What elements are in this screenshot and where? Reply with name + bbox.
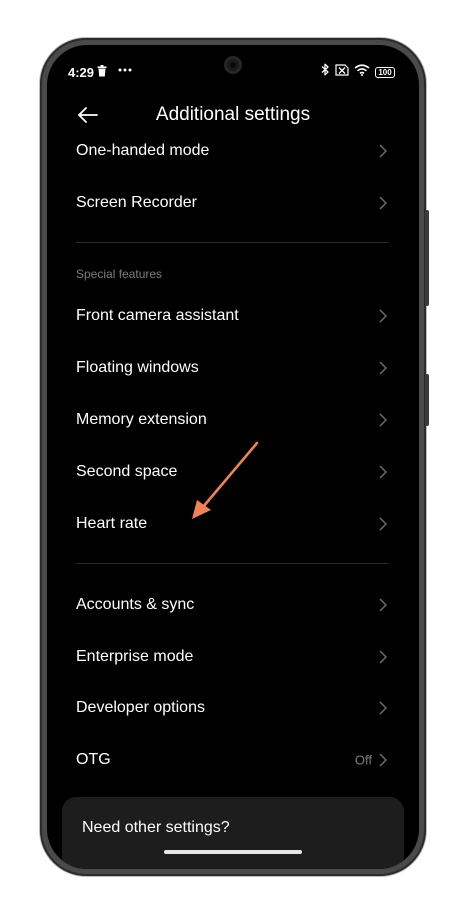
setting-label: Front camera assistant bbox=[76, 307, 239, 324]
setting-row-memory-extension[interactable]: Memory extension bbox=[47, 397, 419, 443]
setting-row-one-handed-mode[interactable]: One-handed mode bbox=[47, 128, 419, 174]
chevron-right-icon bbox=[379, 650, 388, 664]
setting-label: Accounts & sync bbox=[76, 596, 195, 613]
chevron-right-icon bbox=[379, 144, 388, 158]
chevron-right-icon bbox=[379, 465, 388, 479]
section-divider bbox=[76, 242, 389, 243]
wifi-icon bbox=[354, 63, 370, 81]
setting-row-otg[interactable]: OTG Off bbox=[47, 737, 419, 783]
chevron-right-icon bbox=[379, 413, 388, 427]
setting-row-floating-windows[interactable]: Floating windows bbox=[47, 345, 419, 391]
section-divider bbox=[76, 563, 389, 564]
section-header-special-features: Special features bbox=[76, 267, 163, 281]
chevron-right-icon bbox=[379, 701, 388, 715]
chevron-right-icon bbox=[379, 598, 388, 612]
chevron-right-icon bbox=[379, 196, 388, 210]
chevron-right-icon bbox=[379, 517, 388, 531]
setting-row-enterprise-mode[interactable]: Enterprise mode bbox=[47, 634, 419, 680]
chevron-right-icon bbox=[379, 309, 388, 323]
sim-off-icon bbox=[335, 63, 349, 81]
setting-label: Memory extension bbox=[76, 411, 207, 428]
setting-label: Floating windows bbox=[76, 359, 199, 376]
setting-row-front-camera-assistant[interactable]: Front camera assistant bbox=[47, 293, 419, 339]
setting-row-second-space[interactable]: Second space bbox=[47, 449, 419, 495]
setting-label: OTG bbox=[76, 751, 111, 768]
status-bar: 4:29 100 bbox=[47, 45, 419, 95]
chevron-right-icon bbox=[379, 361, 388, 375]
screenshot-stage: 4:29 100 Additional settings One-handed … bbox=[0, 0, 465, 910]
home-indicator[interactable] bbox=[164, 850, 302, 854]
battery-indicator: 100 bbox=[375, 66, 395, 78]
status-time: 4:29 bbox=[68, 65, 95, 80]
other-settings-card[interactable]: Need other settings? bbox=[62, 797, 404, 869]
setting-row-heart-rate[interactable]: Heart rate bbox=[47, 501, 419, 547]
other-settings-label: Need other settings? bbox=[82, 819, 230, 836]
bluetooth-icon bbox=[321, 63, 330, 81]
page-title: Additional settings bbox=[155, 104, 311, 125]
setting-label: Screen Recorder bbox=[76, 194, 197, 211]
volume-button bbox=[425, 210, 429, 306]
setting-row-developer-options[interactable]: Developer options bbox=[47, 685, 419, 731]
setting-label: Heart rate bbox=[76, 515, 148, 532]
front-camera-cutout bbox=[224, 56, 242, 74]
setting-value: Off bbox=[354, 752, 372, 768]
trash-icon bbox=[97, 65, 107, 80]
power-button bbox=[425, 374, 429, 426]
setting-row-screen-recorder[interactable]: Screen Recorder bbox=[47, 180, 419, 226]
more-dots-icon bbox=[118, 63, 132, 78]
setting-row-accounts-sync[interactable]: Accounts & sync bbox=[47, 582, 419, 628]
status-icons: 100 bbox=[321, 63, 395, 81]
setting-label: Second space bbox=[76, 463, 178, 480]
chevron-right-icon bbox=[379, 753, 388, 767]
setting-label: One-handed mode bbox=[76, 142, 210, 159]
setting-label: Developer options bbox=[76, 699, 205, 716]
phone-screen: 4:29 100 Additional settings One-handed … bbox=[47, 45, 419, 869]
setting-label: Enterprise mode bbox=[76, 648, 194, 665]
